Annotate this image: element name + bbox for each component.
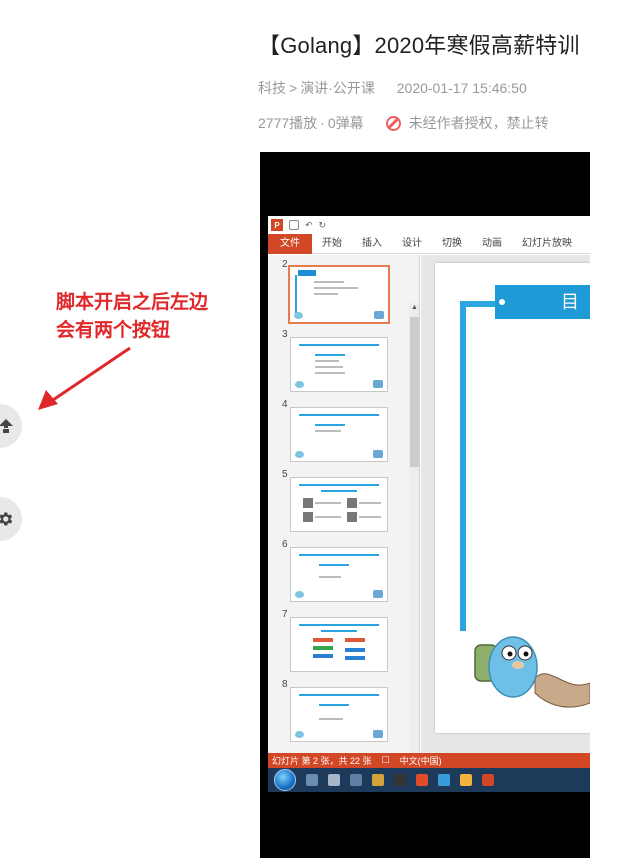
windows-taskbar	[268, 768, 590, 792]
thumbnail-slide	[290, 337, 388, 392]
breadcrumb-subcategory[interactable]: 演讲·公开课	[300, 80, 375, 96]
notes-icon: ☐	[381, 755, 390, 765]
page: 【Golang】2020年寒假高薪特训 科技 > 演讲·公开课 2020-01-17…	[0, 0, 634, 858]
taskbar-app-icon	[416, 774, 428, 786]
thumbnail-slide	[290, 477, 388, 532]
gopher-mascot-icon	[474, 636, 590, 708]
thumbnail-slide	[290, 617, 388, 672]
slide-thumbnail-pane: 2 3 4 5 6 7 8 ▲	[268, 255, 420, 753]
forbidden-icon	[385, 115, 401, 131]
thumbnail-item: 3	[268, 327, 408, 392]
slide-editor-area: 目	[421, 255, 590, 753]
publish-time: 2020-01-17 15:46:50	[396, 80, 527, 96]
ppt-status-bar: 幻灯片 第 2 张，共 22 张 ☐ 中文(中国)	[268, 753, 590, 768]
video-frame-powerpoint: P ↶ ↻ 文件 开始 插入 设计 切换 动画 幻灯片放映 2 3 4 5 6 …	[268, 216, 590, 792]
taskbar-app-icon	[482, 774, 494, 786]
save-icon	[289, 220, 299, 230]
thumbnail-number: 8	[282, 679, 288, 690]
ribbon-tab-design: 设计	[402, 237, 422, 249]
ribbon-tab-file: 文件	[268, 233, 312, 254]
thumbnail-slide	[288, 265, 390, 324]
taskbar-app-icon	[394, 774, 406, 786]
video-meta: 科技 > 演讲·公开课 2020-01-17 15:46:50	[258, 78, 527, 98]
main-slide-title: 目	[495, 285, 590, 319]
thumbnail-item: 2	[268, 257, 408, 324]
thumbnail-item: 5	[268, 467, 408, 532]
quick-access-toolbar: P ↶ ↻	[268, 216, 590, 234]
script-upload-button[interactable]	[0, 404, 22, 448]
thumbnail-number: 6	[282, 539, 288, 550]
viewport-edge	[590, 0, 634, 858]
script-settings-button[interactable]	[0, 497, 22, 541]
taskbar-app-icon	[306, 774, 318, 786]
language-status: 中文(中国)	[399, 756, 442, 766]
upload-icon	[0, 419, 13, 433]
powerpoint-logo-icon: P	[271, 219, 283, 231]
taskbar-app-icon	[350, 774, 362, 786]
taskbar-app-icon	[328, 774, 340, 786]
taskbar-app-icon	[438, 774, 450, 786]
thumbnail-number: 2	[282, 259, 288, 270]
thumbnail-item: 4	[268, 397, 408, 462]
scroll-up-icon: ▲	[411, 304, 418, 311]
thumbnail-number: 5	[282, 469, 288, 480]
copyright-warning: 未经作者授权，禁止转	[385, 113, 549, 133]
play-count: 2777播放	[258, 115, 318, 131]
thumbnail-scrollbar: ▲	[409, 303, 419, 753]
main-slide-title-text: 目	[561, 292, 579, 312]
thumbnail-number: 3	[282, 329, 288, 340]
thumbnail-item: 7	[268, 607, 408, 672]
breadcrumb-category[interactable]: 科技	[258, 80, 286, 96]
ribbon-tabs: 文件 开始 插入 设计 切换 动画 幻灯片放映	[268, 233, 590, 254]
annotation-text: 脚本开启之后左边 会有两个按钮	[56, 289, 208, 345]
annotation-arrow-icon	[38, 346, 131, 410]
dot-separator: ·	[320, 115, 325, 131]
video-player[interactable]: P ↶ ↻ 文件 开始 插入 设计 切换 动画 幻灯片放映 2 3 4 5 6 …	[260, 152, 590, 858]
video-stats: 2777播放 · 0弹幕 未经作者授权，禁止转	[258, 113, 549, 133]
breadcrumb-separator: >	[289, 80, 298, 96]
slide-count-status: 幻灯片 第 2 张，共 22 张	[272, 756, 372, 766]
taskbar-app-icon	[460, 774, 472, 786]
undo-icon: ↶	[305, 219, 313, 230]
danmaku-count: 0弹幕	[327, 115, 364, 131]
thumbnail-number: 7	[282, 609, 288, 620]
start-button-icon	[274, 769, 296, 791]
redo-icon: ↻	[318, 219, 327, 230]
gear-icon	[0, 512, 13, 526]
taskbar-app-icon	[372, 774, 384, 786]
ribbon-tab-insert: 插入	[362, 237, 382, 249]
annotation-line-1: 脚本开启之后左边	[56, 292, 209, 313]
copyright-text: 未经作者授权，禁止转	[408, 115, 549, 131]
thumbnail-slide	[290, 687, 388, 742]
thumbnail-slide	[290, 407, 388, 462]
main-slide: 目	[435, 263, 590, 733]
ribbon-tab-animations: 动画	[482, 237, 502, 249]
ribbon-tab-slideshow: 幻灯片放映	[522, 237, 572, 249]
thumbnail-slide	[290, 547, 388, 602]
ribbon-tab-transitions: 切换	[442, 237, 462, 249]
thumbnail-item: 8	[268, 677, 408, 742]
ribbon-tab-home: 开始	[322, 237, 342, 249]
thumbnail-number: 4	[282, 399, 288, 410]
video-title: 【Golang】2020年寒假高薪特训	[258, 33, 580, 58]
thumbnail-item: 6	[268, 537, 408, 602]
